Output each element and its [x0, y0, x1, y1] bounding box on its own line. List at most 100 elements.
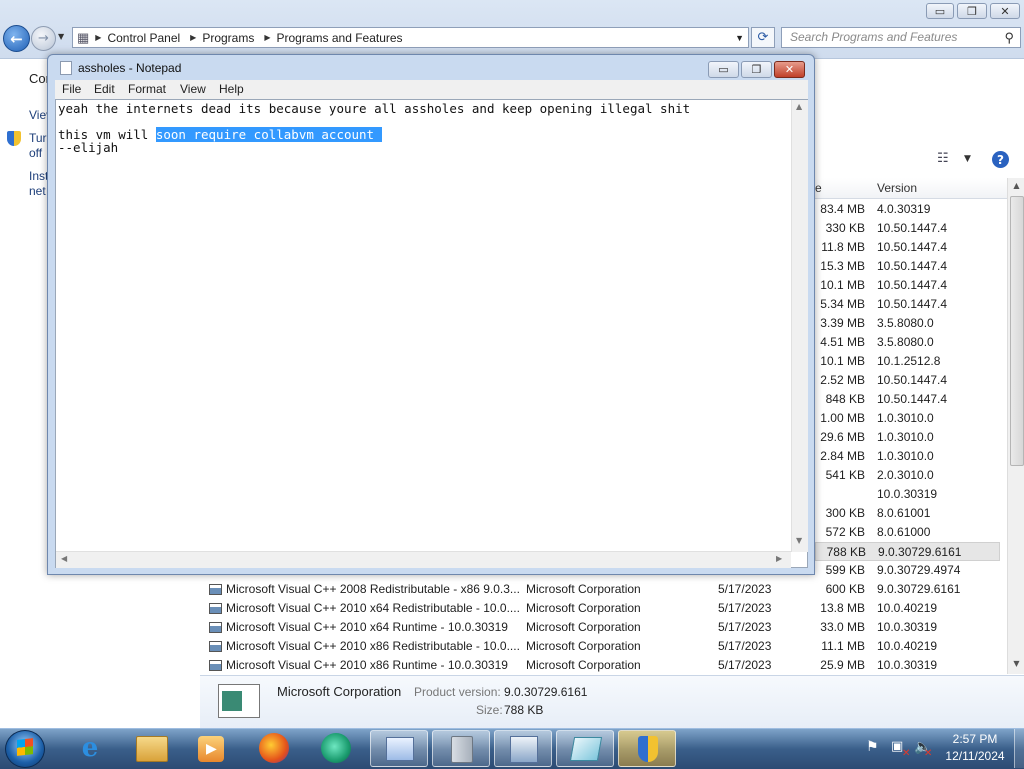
program-icon: [209, 641, 222, 652]
table-row[interactable]: 2.52 MB 10.50.1447.4: [815, 371, 1000, 390]
table-row[interactable]: 11.8 MB 10.50.1447.4: [815, 238, 1000, 257]
table-row[interactable]: 10.1 MB 10.1.2512.8: [815, 352, 1000, 371]
notepad-text-area[interactable]: ▲ ▼ ◀ ▶: [55, 99, 808, 568]
menu-file[interactable]: File: [62, 82, 81, 96]
cell-version: 1.0.3010.0: [877, 430, 934, 444]
scroll-up-icon[interactable]: ▲: [1009, 178, 1024, 194]
notepad-minimize-button[interactable]: ▭: [708, 61, 739, 78]
media-player-icon[interactable]: ▶: [198, 736, 224, 762]
recent-pages-dropdown[interactable]: ▼: [58, 32, 64, 41]
table-row[interactable]: Microsoft Visual C++ 2010 x86 Redistribu…: [205, 637, 1005, 656]
cell-size: 600 KB: [825, 582, 865, 596]
table-row[interactable]: Microsoft Visual C++ 2010 x64 Redistribu…: [205, 599, 1005, 618]
cell-size: 848 KB: [825, 392, 865, 406]
table-row[interactable]: Microsoft Visual C++ 2010 x64 Runtime - …: [205, 618, 1005, 637]
notepad-hscroll[interactable]: ◀ ▶: [56, 551, 791, 568]
notepad-maximize-button[interactable]: ❐: [741, 61, 772, 78]
left-pane-link-windows-features-2[interactable]: off: [29, 146, 42, 160]
view-options-icon[interactable]: ☷: [937, 151, 949, 166]
taskbar-item-security[interactable]: [618, 730, 676, 767]
control-panel-icon: ▦: [77, 29, 90, 45]
table-row[interactable]: 10.1 MB 10.50.1447.4: [815, 276, 1000, 295]
table-row[interactable]: 300 KB 8.0.61001: [815, 504, 1000, 523]
table-row[interactable]: 848 KB 10.50.1447.4: [815, 390, 1000, 409]
column-header-version[interactable]: Version: [877, 181, 917, 195]
menu-help[interactable]: Help: [219, 82, 244, 96]
cell-version: 10.50.1447.4: [877, 259, 948, 273]
table-row[interactable]: 2.84 MB 1.0.3010.0: [815, 447, 1000, 466]
address-bar[interactable]: ▦ ▶ Control Panel ▶ Programs ▶ Programs …: [72, 27, 749, 48]
app-icon[interactable]: [321, 733, 351, 763]
help-icon[interactable]: ?: [992, 151, 1009, 168]
table-row[interactable]: 15.3 MB 10.50.1447.4: [815, 257, 1000, 276]
scroll-right-icon[interactable]: ▶: [776, 554, 782, 563]
left-pane-link-install-network-2[interactable]: net: [29, 184, 46, 198]
back-button[interactable]: ←: [3, 25, 30, 52]
forward-button[interactable]: →: [31, 26, 56, 51]
cell-size: 33.0 MB: [820, 620, 865, 634]
maximize-button[interactable]: ❐: [957, 3, 987, 19]
table-row[interactable]: 541 KB 2.0.3010.0: [815, 466, 1000, 485]
menu-edit[interactable]: Edit: [94, 82, 115, 96]
refresh-button[interactable]: ⟳: [751, 27, 775, 48]
search-input[interactable]: Search Programs and Features ⚲: [781, 27, 1021, 48]
column-header-size[interactable]: e: [815, 181, 822, 195]
menu-view[interactable]: View: [180, 82, 206, 96]
internet-explorer-icon[interactable]: e: [72, 731, 108, 765]
scroll-thumb[interactable]: [1010, 196, 1024, 466]
start-button[interactable]: [5, 730, 45, 768]
cell-size: 13.8 MB: [820, 601, 865, 615]
firefox-icon[interactable]: [259, 733, 289, 763]
cell-name: Microsoft Visual C++ 2010 x64 Redistribu…: [226, 601, 520, 615]
list-scrollbar[interactable]: ▲ ▼: [1007, 178, 1024, 674]
cell-version: 2.0.3010.0: [877, 468, 934, 482]
table-row[interactable]: 788 KB 9.0.30729.6161: [815, 542, 1000, 561]
close-button[interactable]: ✕: [990, 3, 1020, 19]
table-row[interactable]: 599 KB 9.0.30729.4974: [815, 561, 1000, 580]
notepad-vscroll[interactable]: ▲ ▼: [791, 100, 808, 552]
program-icon: [209, 660, 222, 671]
scroll-down-icon[interactable]: ▼: [796, 536, 802, 545]
table-row[interactable]: 4.51 MB 3.5.8080.0: [815, 333, 1000, 352]
scroll-left-icon[interactable]: ◀: [61, 554, 67, 563]
clock[interactable]: 2:57 PM 12/11/2024: [940, 732, 1010, 763]
scroll-down-icon[interactable]: ▼: [1009, 656, 1024, 672]
table-row[interactable]: 83.4 MB 4.0.30319: [815, 200, 1000, 219]
table-row[interactable]: 572 KB 8.0.61000: [815, 523, 1000, 542]
cell-name: Microsoft Visual C++ 2010 x64 Runtime - …: [226, 620, 508, 634]
breadcrumb-programs-and-features[interactable]: Programs and Features: [277, 31, 403, 45]
table-row[interactable]: 10.0.30319: [815, 485, 1000, 504]
table-row[interactable]: 1.00 MB 1.0.3010.0: [815, 409, 1000, 428]
breadcrumb-separator-icon: ▶: [95, 33, 102, 42]
shield-icon: [638, 736, 658, 762]
table-row[interactable]: Microsoft Visual C++ 2008 Redistributabl…: [205, 580, 1005, 599]
taskbar-item-notepad[interactable]: [556, 730, 614, 767]
chevron-down-icon[interactable]: ▼: [735, 33, 744, 43]
left-pane-link-install-network[interactable]: Inst: [29, 169, 48, 183]
text-line-3: --elijah: [58, 140, 119, 155]
table-row[interactable]: 330 KB 10.50.1447.4: [815, 219, 1000, 238]
table-row[interactable]: Microsoft Visual C++ 2010 x86 Runtime - …: [205, 656, 1005, 675]
cell-size: 4.51 MB: [820, 335, 865, 349]
search-icon[interactable]: ⚲: [1004, 30, 1014, 46]
cell-size: 11.1 MB: [821, 639, 865, 653]
notepad-close-button[interactable]: ✕: [774, 61, 805, 78]
flag-icon[interactable]: ⚑: [866, 739, 879, 755]
table-row[interactable]: 3.39 MB 3.5.8080.0: [815, 314, 1000, 333]
table-row[interactable]: 5.34 MB 10.50.1447.4: [815, 295, 1000, 314]
file-explorer-icon[interactable]: [136, 736, 168, 762]
breadcrumb-programs[interactable]: Programs: [202, 31, 254, 45]
minimize-button[interactable]: ▭: [926, 3, 954, 19]
show-desktop-button[interactable]: [1014, 729, 1024, 768]
table-row[interactable]: 29.6 MB 1.0.3010.0: [815, 428, 1000, 447]
chevron-down-icon[interactable]: ▼: [964, 154, 971, 164]
taskbar-item-control-panel[interactable]: [370, 730, 428, 767]
details-pane: Microsoft Corporation Product version: 9…: [200, 675, 1024, 729]
taskbar-item-recycle[interactable]: [432, 730, 490, 767]
breadcrumb-control-panel[interactable]: Control Panel: [107, 31, 180, 45]
scroll-up-icon[interactable]: ▲: [796, 102, 802, 111]
cell-size: 10.1 MB: [820, 354, 865, 368]
windows-logo-icon: [17, 738, 33, 756]
menu-format[interactable]: Format: [128, 82, 166, 96]
taskbar-item-installer[interactable]: [494, 730, 552, 767]
